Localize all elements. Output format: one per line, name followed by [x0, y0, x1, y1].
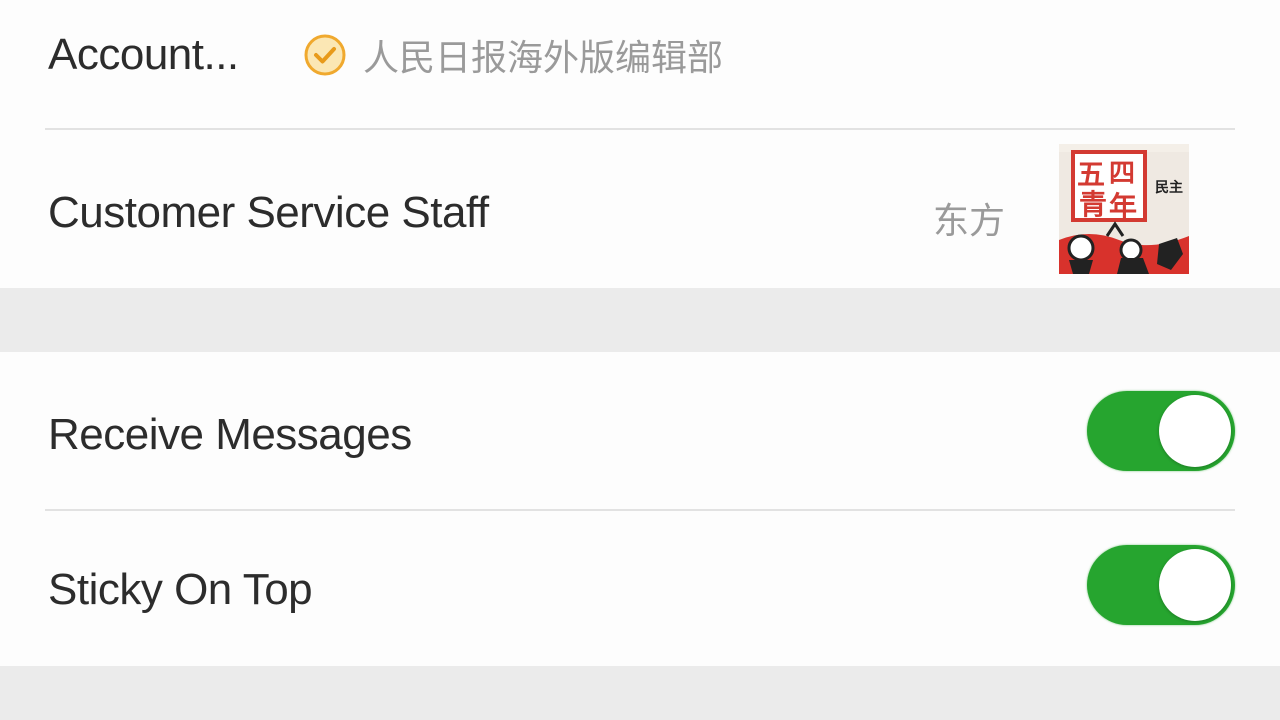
sticky-on-top-toggle[interactable] — [1087, 545, 1235, 625]
chat-info-screen: Account... 人民日报海外版编辑部 Customer Service S… — [0, 0, 1280, 720]
toggle-knob — [1159, 395, 1231, 467]
staff-avatar[interactable]: 五 四 青 年 民主 — [1059, 144, 1189, 274]
sticky-on-top-row: Sticky On Top — [0, 511, 1280, 666]
avatar-glyph-5: 民主 — [1155, 179, 1183, 196]
account-group: Account... 人民日报海外版编辑部 Customer Service S… — [0, 0, 1280, 288]
customer-service-label: Customer Service Staff — [48, 188, 489, 237]
verified-badge: 人民日报海外版编辑部 — [303, 29, 723, 81]
toggle-knob — [1159, 549, 1231, 621]
avatar-glyph-1: 五 — [1077, 158, 1105, 191]
account-info-row[interactable]: Account... 人民日报海外版编辑部 — [0, 0, 1280, 128]
avatar-glyph-4: 年 — [1109, 190, 1137, 223]
receive-messages-toggle[interactable] — [1087, 391, 1235, 471]
customer-service-row[interactable]: Customer Service Staff 东方 五 四 青 年 民主 — [0, 130, 1280, 288]
verified-account-name: 人民日报海外版编辑部 — [363, 37, 724, 78]
settings-group: Receive Messages Sticky On Top — [0, 352, 1280, 666]
avatar-glyph-2: 四 — [1109, 159, 1135, 189]
sticky-on-top-label: Sticky On Top — [48, 565, 313, 614]
receive-messages-label: Receive Messages — [48, 410, 412, 459]
receive-messages-row: Receive Messages — [0, 352, 1280, 509]
avatar-glyph-3: 青 — [1079, 188, 1107, 221]
account-label: Account... — [48, 30, 239, 79]
checkmark-circle-icon — [304, 34, 346, 76]
staff-name: 东方 — [933, 200, 1006, 241]
